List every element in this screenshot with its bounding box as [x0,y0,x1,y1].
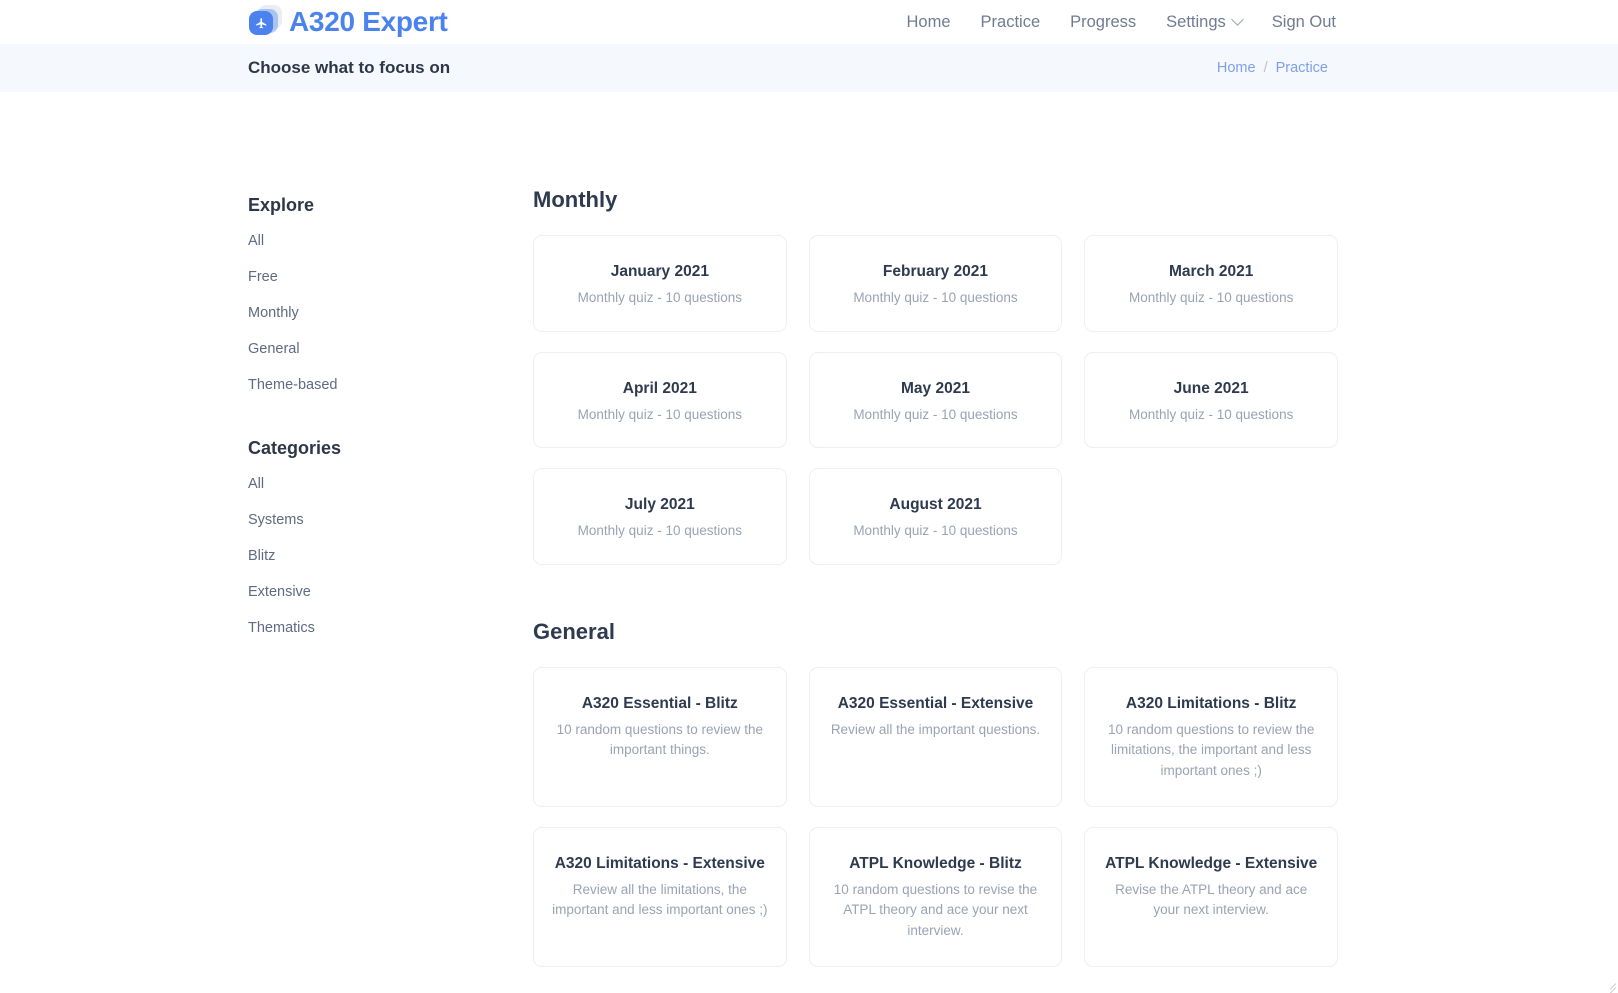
sidebar-item-explore-monthly[interactable]: Monthly [248,304,533,322]
quiz-card-title: July 2021 [624,496,695,514]
filter-sidebar: Explore All Free Monthly General Theme-b… [248,187,533,993]
quiz-card-title: May 2021 [901,379,970,397]
page-title: Choose what to focus on [248,58,451,77]
breadcrumb-item-practice[interactable]: Practice [1276,60,1328,76]
section-heading-general: General [533,618,615,644]
window-resize-handle[interactable] [1602,977,1617,993]
sidebar-item-explore-all[interactable]: All [248,232,533,250]
section-heading-monthly: Monthly [533,187,618,212]
sidebar-item-category-systems-label[interactable]: Systems [248,512,304,528]
quiz-card-desc: Monthly quiz - 10 questions [1128,290,1294,306]
quiz-card-desc: Review all the limitations, the importan… [552,881,768,918]
quiz-card[interactable]: A320 Limitations - Blitz 10 random quest… [1084,666,1338,807]
page-body: Explore All Free Monthly General Theme-b… [0,92,1618,993]
quiz-card-desc: Revise the ATPL theory and ace your next… [1115,881,1308,918]
quiz-card[interactable]: ATPL Knowledge - Blitz 10 random questio… [808,826,1063,967]
quiz-card-desc: Monthly quiz - 10 questions [577,523,742,539]
quiz-card-title: April 2021 [622,379,697,397]
primary-nav: Home Practice Progress Settings Sign Out [907,13,1337,32]
sidebar-list-categories: All Systems Blitz Extensive Thematics [248,475,533,637]
sidebar-heading-explore: Explore [248,195,315,215]
sidebar-item-category-blitz-label[interactable]: Blitz [248,548,275,564]
nav-item-progress-label: Progress [1070,12,1137,31]
nav-item-settings-label: Settings [1166,12,1226,31]
sidebar-list-explore: All Free Monthly General Theme-based [248,232,533,394]
nav-item-sign-out[interactable]: Sign Out [1272,13,1336,32]
sidebar-item-explore-theme-based[interactable]: Theme-based [248,376,533,394]
nav-item-practice[interactable]: Practice [981,13,1041,32]
breadcrumb: Home / Practice [1217,60,1328,76]
sidebar-item-category-thematics[interactable]: Thematics [248,619,533,637]
sidebar-item-explore-general-label[interactable]: General [248,341,300,357]
quiz-card[interactable]: March 2021 Monthly quiz - 10 questions [1084,235,1338,332]
quiz-card-desc: Review all the important questions. [830,721,1041,737]
quiz-card-desc: 10 random questions to review the limita… [1107,721,1315,778]
chevron-down-icon [1230,12,1244,26]
nav-item-progress[interactable]: Progress [1070,13,1136,32]
quiz-card-title: March 2021 [1168,263,1254,280]
quiz-card[interactable]: A320 Essential - Extensive Review all th… [808,666,1063,807]
sidebar-item-explore-free[interactable]: Free [248,268,533,286]
quiz-card-title: June 2021 [1173,379,1249,397]
nav-item-sign-out-label: Sign Out [1271,12,1336,31]
quiz-card[interactable]: A320 Essential - Blitz 10 random questio… [533,666,787,807]
sidebar-item-explore-general[interactable]: General [248,340,533,358]
quiz-card-desc: Monthly quiz - 10 questions [853,290,1018,306]
quiz-card[interactable]: ATPL Knowledge - Extensive Revise the AT… [1084,826,1338,967]
sidebar-item-explore-free-label[interactable]: Free [248,269,278,285]
quiz-catalog: Monthly January 2021 Monthly quiz - 10 q… [533,187,1618,993]
sidebar-heading-categories: Categories [248,438,342,458]
top-navbar: A320 Expert Home Practice Progress Setti… [0,0,1618,44]
quiz-card-title: A320 Essential - Extensive [837,694,1034,712]
quiz-card-title: A320 Limitations - Extensive [554,854,765,872]
sidebar-item-category-thematics-label[interactable]: Thematics [248,620,315,636]
airplane-icon [248,5,282,39]
quiz-card-title: A320 Limitations - Blitz [1125,694,1297,712]
card-grid-general: A320 Essential - Blitz 10 random questio… [533,666,1338,967]
sidebar-item-category-extensive-label[interactable]: Extensive [248,584,311,600]
quiz-card[interactable]: A320 Limitations - Extensive Review all … [533,826,787,967]
quiz-card-title: A320 Essential - Blitz [581,694,738,712]
nav-item-home-label: Home [906,12,951,31]
brand-logo[interactable]: A320 Expert [248,5,448,39]
quiz-card-title: August 2021 [889,496,982,514]
page-header-band: Choose what to focus on Home / Practice [0,44,1618,92]
quiz-card[interactable]: February 2021 Monthly quiz - 10 question… [808,235,1063,332]
quiz-card-desc: Monthly quiz - 10 questions [853,406,1018,422]
sidebar-item-category-blitz[interactable]: Blitz [248,547,533,565]
quiz-card[interactable]: May 2021 Monthly quiz - 10 questions [808,351,1063,449]
sidebar-item-category-extensive[interactable]: Extensive [248,583,533,601]
breadcrumb-separator: / [1263,60,1268,76]
sidebar-item-category-all[interactable]: All [248,475,533,493]
nav-item-home[interactable]: Home [907,13,951,32]
breadcrumb-item-home[interactable]: Home [1217,60,1256,76]
sidebar-item-category-systems[interactable]: Systems [248,511,533,529]
quiz-card-title: February 2021 [882,263,989,280]
quiz-card-desc: 10 random questions to review the import… [556,721,764,758]
quiz-card-title: January 2021 [610,263,709,280]
quiz-card[interactable]: August 2021 Monthly quiz - 10 questions [808,468,1063,565]
card-grid-monthly: January 2021 Monthly quiz - 10 questions… [533,235,1338,565]
quiz-card-desc: Monthly quiz - 10 questions [1128,406,1294,422]
quiz-card[interactable]: June 2021 Monthly quiz - 10 questions [1084,351,1338,449]
quiz-card-title: ATPL Knowledge - Extensive [1105,854,1318,872]
sidebar-item-explore-theme-based-label[interactable]: Theme-based [248,377,337,393]
quiz-card[interactable]: April 2021 Monthly quiz - 10 questions [533,351,787,449]
quiz-card-desc: Monthly quiz - 10 questions [853,523,1018,539]
quiz-card-desc: 10 random questions to revise the ATPL t… [833,881,1038,938]
brand-name: A320 Expert [289,6,448,37]
section-monthly: Monthly January 2021 Monthly quiz - 10 q… [533,187,1338,565]
section-general: General A320 Essential - Blitz 10 random… [533,619,1338,967]
quiz-card-desc: Monthly quiz - 10 questions [577,290,742,306]
sidebar-item-category-all-label[interactable]: All [248,476,264,492]
quiz-card[interactable]: January 2021 Monthly quiz - 10 questions [533,235,787,332]
sidebar-item-explore-all-label[interactable]: All [248,233,264,249]
quiz-card-desc: Monthly quiz - 10 questions [577,406,742,422]
nav-item-settings[interactable]: Settings [1166,12,1244,32]
sidebar-item-explore-monthly-label[interactable]: Monthly [248,305,299,321]
quiz-card[interactable]: July 2021 Monthly quiz - 10 questions [533,468,787,565]
nav-item-practice-label: Practice [980,12,1041,31]
quiz-card-title: ATPL Knowledge - Blitz [849,854,1022,872]
